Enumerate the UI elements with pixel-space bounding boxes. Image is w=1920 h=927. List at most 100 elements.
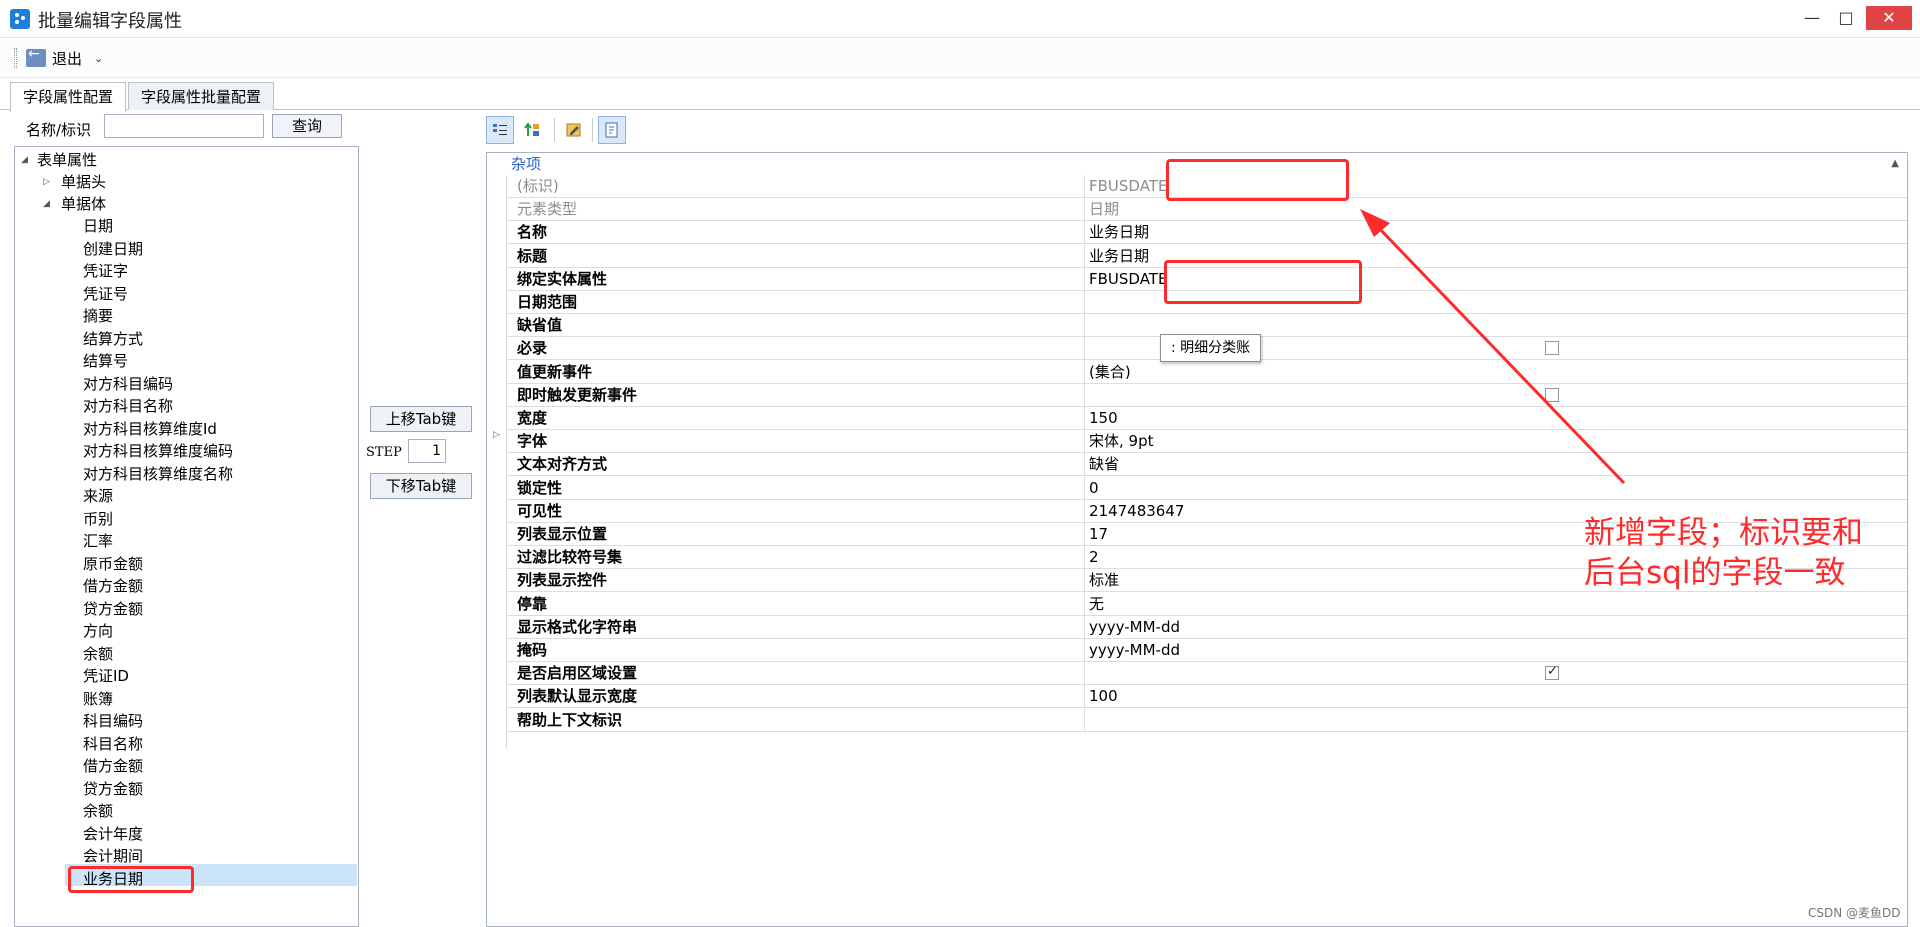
- property-value[interactable]: 无: [1089, 593, 1889, 615]
- tab-strip: 字段属性配置 字段属性批量配置: [10, 82, 276, 112]
- annotation-arrow: [1360, 209, 1626, 485]
- property-row[interactable]: 元素类型 日期: [507, 198, 1907, 222]
- property-value[interactable]: [1089, 709, 1889, 731]
- tree-node-field[interactable]: 科目编码: [83, 710, 143, 732]
- tab-strip-line: [0, 109, 1920, 110]
- tree-node-field[interactable]: 会计年度: [83, 823, 143, 845]
- property-row[interactable]: 值更新事件 (集合): [507, 360, 1907, 384]
- toolbar-grip[interactable]: [14, 48, 17, 68]
- sort-alpha-button[interactable]: [518, 116, 546, 144]
- events-icon: [605, 122, 618, 138]
- expand-arrow-icon[interactable]: ▷: [43, 171, 55, 193]
- move-down-tab-button[interactable]: 下移Tab键: [370, 473, 472, 499]
- property-row[interactable]: 列表默认显示宽度 100: [507, 685, 1907, 709]
- tree-node-field[interactable]: 原币金额: [83, 553, 143, 575]
- tab-field-property-batch-config[interactable]: 字段属性批量配置: [128, 82, 275, 110]
- tree-node-field[interactable]: 余额: [83, 643, 113, 665]
- search-input[interactable]: [104, 114, 264, 138]
- expand-arrow-icon[interactable]: ▷: [493, 430, 500, 440]
- tree-node-field[interactable]: 方向: [83, 620, 113, 642]
- grid-left-margin: [487, 175, 507, 749]
- move-up-tab-button[interactable]: 上移Tab键: [370, 406, 472, 432]
- tree-node-field[interactable]: 会计期间: [83, 845, 143, 867]
- main-toolbar: 退出 ⌄: [0, 38, 1920, 78]
- events-button[interactable]: [598, 116, 626, 144]
- chevron-down-icon[interactable]: ⌄: [94, 52, 103, 65]
- maximize-button[interactable]: □: [1830, 6, 1862, 30]
- tree-node-field[interactable]: 余额: [83, 800, 113, 822]
- property-name: 列表默认显示宽度: [507, 685, 1085, 708]
- tree-node-field[interactable]: 对方科目核算维度名称: [83, 463, 233, 485]
- tree-node-root[interactable]: 表单属性: [37, 149, 97, 171]
- property-row[interactable]: 停靠无: [507, 592, 1907, 616]
- collapse-arrow-icon[interactable]: ◢: [43, 193, 55, 215]
- tree-node-field[interactable]: 对方科目编码: [83, 373, 173, 395]
- tooltip: : 明细分类账: [1160, 334, 1262, 362]
- close-button[interactable]: ✕: [1866, 6, 1912, 30]
- tree-node-field[interactable]: 结算方式: [83, 328, 143, 350]
- tree-node-field[interactable]: 凭证字: [83, 260, 128, 282]
- property-row[interactable]: 掩码 yyyy-MM-dd: [507, 639, 1907, 662]
- tree-node-body[interactable]: 单据体: [61, 193, 106, 215]
- property-row[interactable]: 字体 ▷ 宋体, 9pt: [493, 430, 1907, 454]
- tree-node-field[interactable]: 结算号: [83, 350, 128, 372]
- property-row[interactable]: 宽度 150: [507, 407, 1907, 430]
- highlight-box-identifier: [1166, 159, 1349, 201]
- property-row[interactable]: 名称 业务日期: [507, 221, 1907, 245]
- property-name: 掩码: [507, 639, 1085, 661]
- property-name: 过滤比较符号集: [507, 546, 1085, 569]
- tree-node-field[interactable]: 凭证号: [83, 283, 128, 305]
- property-name: 帮助上下文标识: [507, 708, 1085, 731]
- tree-node-field[interactable]: 对方科目核算维度Id: [83, 418, 217, 440]
- tree-node-field[interactable]: 凭证ID: [83, 665, 129, 687]
- property-name: 元素类型: [507, 198, 1085, 221]
- tree-node-field[interactable]: 借方金额: [83, 575, 143, 597]
- property-value[interactable]: [1089, 662, 1889, 684]
- property-row[interactable]: 锁定性 0: [507, 476, 1907, 500]
- toolbar-separator: [554, 118, 555, 142]
- tree-node-field[interactable]: 币别: [83, 508, 113, 530]
- property-name: 标题: [507, 244, 1085, 267]
- property-row[interactable]: 帮助上下文标识: [507, 708, 1907, 732]
- property-row[interactable]: 是否启用区域设置: [507, 662, 1907, 686]
- property-name: 停靠: [507, 592, 1085, 615]
- field-tree[interactable]: ◢ 表单属性 ▷ 单据头 ◢ 单据体 日期 创建日期 凭证字 凭证号 摘要 结算方式 结算号…: [14, 146, 359, 927]
- property-name: 绑定实体属性: [507, 267, 1085, 290]
- highlight-box-selected-node: [68, 866, 194, 893]
- tree-node-field[interactable]: 来源: [83, 485, 113, 507]
- step-input[interactable]: 1: [408, 439, 446, 463]
- tree-node-field[interactable]: 摘要: [83, 305, 113, 327]
- scroll-up-arrow-icon[interactable]: ▲: [1891, 153, 1899, 175]
- collapse-arrow-icon[interactable]: ◢: [21, 149, 33, 171]
- property-row[interactable]: 文本对齐方式 缺省: [507, 453, 1907, 477]
- step-label: STEP: [366, 445, 402, 460]
- tree-node-field[interactable]: 汇率: [83, 530, 113, 552]
- tab-field-property-config[interactable]: 字段属性配置: [10, 82, 127, 112]
- tree-node-field[interactable]: 日期: [83, 215, 113, 237]
- watermark: CSDN @麦鱼DD: [1808, 906, 1901, 920]
- property-checkbox[interactable]: [1545, 664, 1559, 681]
- tree-node-field[interactable]: 贷方金额: [83, 778, 143, 800]
- minimize-button[interactable]: —: [1796, 6, 1828, 30]
- tree-node-field[interactable]: 创建日期: [83, 238, 143, 260]
- search-button[interactable]: 查询: [272, 114, 342, 138]
- tree-node-field[interactable]: 借方金额: [83, 755, 143, 777]
- property-value[interactable]: yyyy-MM-dd: [1089, 639, 1889, 661]
- property-row[interactable]: 即时触发更新事件: [507, 383, 1907, 407]
- tree-node-field[interactable]: 贷方金额: [83, 598, 143, 620]
- tree-node-field[interactable]: 科目名称: [83, 733, 143, 755]
- exit-button[interactable]: 退出 ⌄: [26, 46, 103, 70]
- tree-node-header[interactable]: 单据头: [61, 171, 106, 193]
- property-pages-button[interactable]: [560, 116, 588, 144]
- categorized-button[interactable]: [486, 116, 514, 144]
- tree-node-field[interactable]: 账簿: [83, 688, 113, 710]
- property-row[interactable]: 显示格式化字符串 yyyy-MM-dd: [507, 615, 1907, 639]
- exit-icon: [26, 46, 46, 67]
- tree-node-field[interactable]: 对方科目名称: [83, 395, 173, 417]
- property-value[interactable]: yyyy-MM-dd: [1089, 616, 1889, 638]
- property-name: 值更新事件: [507, 360, 1085, 383]
- categorized-icon: [493, 124, 507, 135]
- property-pages-icon: [566, 123, 581, 137]
- property-value[interactable]: 100: [1089, 685, 1889, 707]
- tree-node-field[interactable]: 对方科目核算维度编码: [83, 440, 233, 462]
